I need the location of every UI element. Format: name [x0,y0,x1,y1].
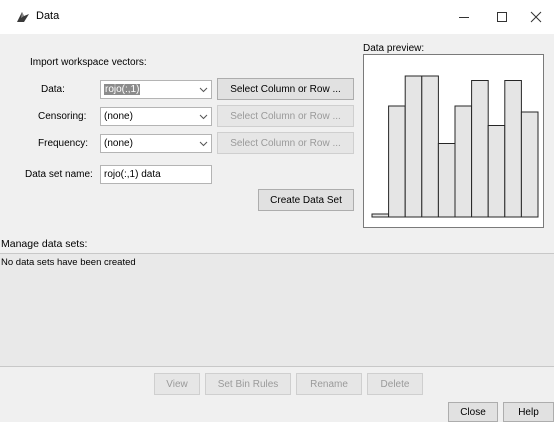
censoring-select-value: (none) [104,111,133,122]
matlab-icon [16,11,30,23]
delete-button[interactable]: Delete [367,373,423,395]
view-button[interactable]: View [154,373,200,395]
censoring-select[interactable]: (none) [100,107,212,126]
dataset-name-label: Data set name: [25,169,93,180]
data-select-value: rojo(:,1) [104,84,141,95]
frequency-label: Frequency: [38,138,89,149]
histogram-bar [520,111,539,218]
select-column-censoring-button[interactable]: Select Column or Row ... [217,105,354,127]
histogram-bar [454,105,473,218]
data-preview-box [363,54,544,228]
close-window-button[interactable] [518,4,554,30]
empty-list-text: No data sets have been created [1,257,136,268]
rename-button[interactable]: Rename [296,373,362,395]
select-column-data-button[interactable]: Select Column or Row ... [217,78,354,100]
chevron-down-icon [195,114,211,120]
data-sets-list[interactable]: No data sets have been created [0,253,554,367]
histogram-bar [371,213,390,218]
histogram-bar [388,105,406,218]
censoring-label: Censoring: [38,111,87,122]
preview-label: Data preview: [363,43,425,54]
create-data-set-button[interactable]: Create Data Set [258,189,354,211]
frequency-select-value: (none) [104,138,133,149]
minimize-button[interactable] [446,4,482,30]
histogram-bar [437,143,456,218]
select-column-frequency-button[interactable]: Select Column or Row ... [217,132,354,154]
data-label: Data: [41,84,65,95]
maximize-icon [496,11,508,23]
frequency-select[interactable]: (none) [100,134,212,153]
chevron-down-icon [195,141,211,147]
close-button[interactable]: Close [448,402,498,422]
histogram-bar [504,80,522,218]
maximize-button[interactable] [484,4,520,30]
dataset-name-input[interactable]: rojo(:,1) data [100,165,212,184]
histogram-bar [471,80,489,218]
chevron-down-icon [195,87,211,93]
set-bin-rules-button[interactable]: Set Bin Rules [205,373,291,395]
import-heading: Import workspace vectors: [30,57,147,68]
minimize-icon [458,11,470,23]
window-title: Data [36,10,60,22]
histogram-bar [421,75,439,218]
close-icon [530,11,542,23]
help-button[interactable]: Help [503,402,554,422]
data-select[interactable]: rojo(:,1) [100,80,212,99]
preview-histogram [371,75,539,218]
histogram-bar [404,75,423,218]
histogram-bar [487,125,506,218]
manage-heading: Manage data sets: [1,238,88,250]
